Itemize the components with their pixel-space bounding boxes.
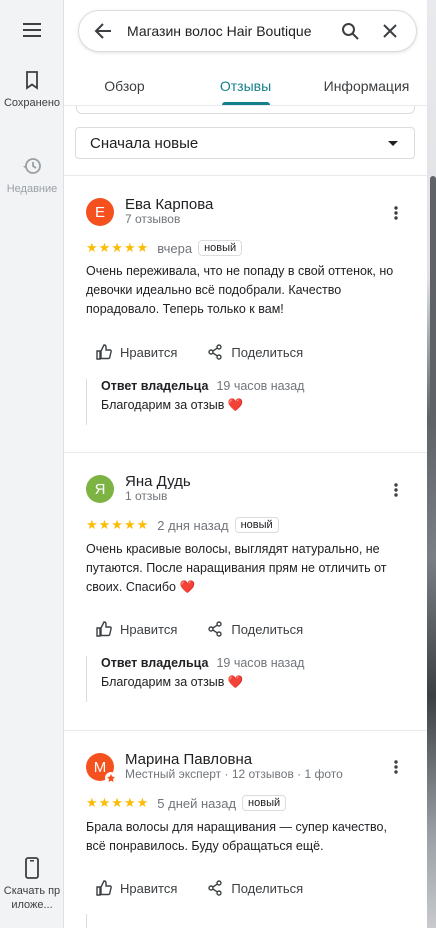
tab-overview[interactable]: Обзор	[64, 64, 185, 105]
share-button[interactable]: Поделиться	[207, 344, 303, 360]
reviewer-name[interactable]: Марина Павловна	[125, 751, 252, 768]
share-icon	[208, 880, 223, 896]
divider	[64, 452, 427, 453]
thumb-up-icon	[96, 880, 112, 896]
rail-saved[interactable]: Сохранено	[0, 68, 64, 110]
tab-info[interactable]: Информация	[306, 64, 427, 105]
reviewer-meta: Местный эксперт · 12 отзывов · 1 фото	[125, 767, 343, 781]
new-badge: новый	[234, 517, 279, 533]
divider	[64, 730, 427, 731]
review-text: Брала волосы для наращивания — супер кач…	[86, 820, 387, 853]
star-rating: ★★★★★	[86, 795, 150, 810]
owner-response-time: 19 часов назад	[216, 656, 305, 670]
thumb-up-icon	[96, 621, 112, 637]
more-options-icon[interactable]	[386, 757, 406, 777]
star-rating: ★★★★★	[86, 517, 150, 532]
avatar-initial: Е	[94, 203, 105, 221]
like-button[interactable]: Нравится	[96, 344, 177, 360]
rating-row: ★★★★★ 2 дня назад новый	[86, 517, 279, 533]
like-button[interactable]: Нравится	[96, 621, 177, 637]
avatar-initial: М	[93, 758, 107, 776]
bookmark-icon	[26, 71, 38, 90]
review-time: вчера	[157, 240, 193, 256]
tab-bar: Обзор Отзывы Информация	[64, 64, 427, 106]
share-button[interactable]: Поделиться	[207, 621, 303, 637]
sort-selected: Сначала новые	[90, 134, 199, 152]
rail-saved-label: Сохранено	[3, 97, 61, 109]
avatar[interactable]: Я	[86, 475, 114, 503]
new-badge: новый	[198, 240, 243, 256]
map-edge[interactable]	[427, 0, 436, 928]
back-arrow-icon[interactable]	[83, 11, 123, 51]
star-rating: ★★★★★	[86, 240, 150, 255]
review-time: 5 дней назад	[157, 795, 237, 811]
collapsed-card-edge	[76, 106, 415, 114]
reviewer-meta: 7 отзывов	[125, 212, 181, 226]
dropdown-caret-icon	[388, 141, 398, 146]
heart-emoji: ❤️	[227, 675, 244, 689]
share-label: Поделиться	[231, 621, 304, 637]
new-badge: новый	[242, 795, 287, 811]
reviewer-name[interactable]: Яна Дудь	[125, 473, 191, 490]
search-icon[interactable]	[330, 11, 370, 51]
owner-response: Ответ владельца 19 часов назад Благодарим…	[86, 379, 406, 425]
review-text: Очень красивые волосы, выглядят натураль…	[86, 540, 406, 597]
share-label: Поделиться	[231, 344, 304, 360]
sort-dropdown[interactable]: Сначала новые	[75, 127, 415, 159]
avatar-initial: Я	[94, 480, 106, 498]
rail-recent[interactable]: Недавние	[0, 154, 64, 196]
rail-recent-label: Недавние	[6, 183, 58, 195]
owner-response-label: Ответ владельца	[101, 379, 209, 393]
more-options-icon[interactable]	[386, 203, 406, 223]
review-text: Очень переживала, что не попаду в свой о…	[86, 264, 394, 316]
heart-emoji: ❤️	[179, 580, 196, 594]
avatar[interactable]: М	[86, 753, 117, 784]
owner-response-text: Благодарим за отзыв	[101, 675, 225, 689]
rating-row: ★★★★★ вчера новый	[86, 240, 243, 256]
review-actions: Нравится Поделиться	[96, 880, 333, 896]
menu-icon[interactable]	[17, 16, 47, 44]
review-text-body: Очень красивые волосы, выглядят натураль…	[86, 542, 387, 594]
like-label: Нравится	[120, 880, 178, 896]
owner-response: Ответ владельца 19 часов назад Благодарим…	[86, 656, 406, 702]
scrollbar-thumb[interactable]	[430, 176, 436, 416]
search-box[interactable]: Магазин волос Hair Boutique	[78, 10, 417, 52]
phone-icon	[25, 857, 39, 879]
history-icon	[23, 158, 41, 174]
thumb-up-icon	[96, 344, 112, 360]
share-button[interactable]: Поделиться	[207, 880, 303, 896]
rating-row: ★★★★★ 5 дней назад новый	[86, 795, 287, 811]
reviewer-name[interactable]: Ева Карпова	[125, 196, 213, 213]
review-actions: Нравится Поделиться	[96, 344, 333, 360]
more-options-icon[interactable]	[386, 480, 406, 500]
share-icon	[208, 621, 223, 637]
tab-reviews[interactable]: Отзывы	[185, 64, 306, 105]
search-input[interactable]: Магазин волос Hair Boutique	[123, 23, 330, 39]
review-time: 2 дня назад	[157, 517, 229, 533]
close-icon[interactable]	[370, 11, 410, 51]
like-label: Нравится	[120, 344, 178, 360]
like-label: Нравится	[120, 621, 178, 637]
rail-download-app[interactable]: Скачать приложе...	[0, 856, 64, 912]
divider	[64, 175, 427, 176]
share-label: Поделиться	[231, 880, 304, 896]
share-icon	[208, 344, 223, 360]
avatar[interactable]: Е	[86, 198, 114, 226]
review-actions: Нравится Поделиться	[96, 621, 333, 637]
heart-emoji: ❤️	[227, 398, 244, 412]
local-guide-badge-icon	[105, 772, 117, 784]
owner-response	[86, 914, 406, 928]
owner-response-label: Ответ владельца	[101, 656, 209, 670]
owner-response-time: 19 часов назад	[216, 379, 305, 393]
place-panel: Магазин волос Hair Boutique Обзор Отзывы…	[64, 0, 427, 928]
left-rail: Сохранено Недавние Скачать приложе...	[0, 0, 64, 928]
owner-response-text: Благодарим за отзыв	[101, 398, 225, 412]
rail-download-label: Скачать приложе...	[3, 885, 61, 911]
reviewer-meta: 1 отзыв	[125, 489, 168, 503]
like-button[interactable]: Нравится	[96, 880, 177, 896]
